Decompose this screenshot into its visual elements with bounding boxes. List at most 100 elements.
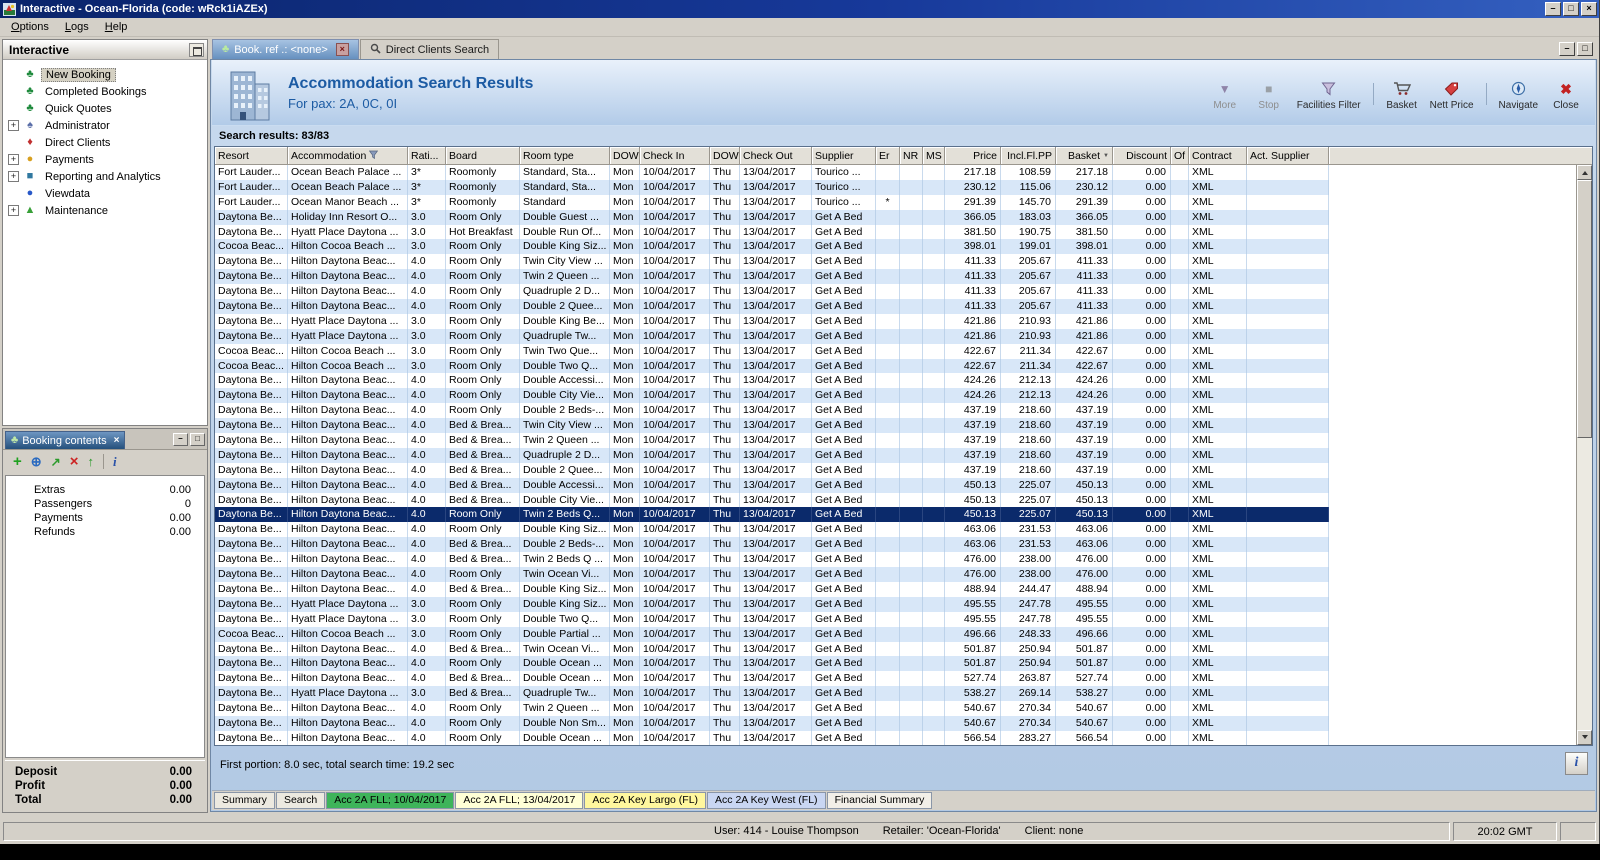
menu-help[interactable]: Help	[97, 19, 136, 36]
stop-button[interactable]: ■ Stop	[1248, 77, 1290, 113]
sidebar-item-reporting-and-analytics[interactable]: + ■ Reporting and Analytics	[8, 168, 207, 185]
table-row[interactable]: Daytona Be... Hilton Daytona Beac... 4.0 Ro…	[215, 730, 1592, 745]
table-row[interactable]: Cocoa Beac... Hilton Cocoa Beach ... 3.0 Ro…	[215, 343, 1592, 359]
column-header-of[interactable]: Of	[1171, 147, 1189, 165]
column-header-nr[interactable]: NR	[900, 147, 923, 165]
table-row[interactable]: Daytona Be... Hyatt Place Daytona ... 3.0 R…	[215, 596, 1592, 612]
booking-contents-row[interactable]: Passengers 0	[6, 497, 204, 511]
column-header-act-supplier[interactable]: Act. Supplier	[1247, 147, 1329, 165]
table-row[interactable]: Daytona Be... Hyatt Place Daytona ... 3.0 B…	[215, 686, 1592, 702]
table-row[interactable]: Daytona Be... Hilton Daytona Beac... 4.0 Be…	[215, 477, 1592, 493]
column-header-contract[interactable]: Contract	[1189, 147, 1247, 165]
tab-book-ref-none[interactable]: ♣ Book. ref .: <none> ×	[212, 39, 359, 59]
table-row[interactable]: Daytona Be... Hilton Daytona Beac... 4.0 Be…	[215, 581, 1592, 597]
bottom-tab-acc-2a-fll-13-04-2017[interactable]: Acc 2A FLL; 13/04/2017	[455, 792, 584, 809]
pane-restore-icon[interactable]: □	[1577, 42, 1593, 56]
booking-contents-tab[interactable]: ♣ Booking contents ×	[5, 431, 126, 449]
booking-contents-row[interactable]: Extras 0.00	[6, 483, 204, 497]
table-row[interactable]: Daytona Be... Hyatt Place Daytona ... 3.0 R…	[215, 313, 1592, 329]
column-header-check-in[interactable]: Check In	[640, 147, 710, 165]
navigate-button[interactable]: Navigate	[1494, 77, 1543, 113]
sidebar-item-payments[interactable]: + ● Payments	[8, 151, 207, 168]
table-row[interactable]: Daytona Be... Hilton Daytona Beac... 4.0 Ro…	[215, 701, 1592, 716]
column-header-price[interactable]: Price	[945, 147, 1001, 165]
move-up-icon[interactable]: ↑	[88, 455, 95, 468]
bottom-tab-financial-summary[interactable]: Financial Summary	[826, 792, 933, 809]
booking-contents-row[interactable]: Payments 0.00	[6, 511, 204, 525]
table-row[interactable]: Daytona Be... Hyatt Place Daytona ... 3.0 R…	[215, 328, 1592, 344]
column-header-dow[interactable]: DOW	[610, 147, 640, 165]
table-row[interactable]: Daytona Be... Holiday Inn Resort O... 3.0 R…	[215, 209, 1592, 225]
bottom-tab-summary[interactable]: Summary	[214, 792, 275, 809]
table-row[interactable]: Daytona Be... Hilton Daytona Beac... 4.0 Be…	[215, 418, 1592, 434]
table-row[interactable]: Daytona Be... Hilton Daytona Beac... 4.0 Ro…	[215, 567, 1592, 582]
scrollbar-thumb[interactable]	[1577, 180, 1592, 438]
info-button[interactable]: i	[1565, 752, 1588, 775]
sidebar-item-direct-clients[interactable]: ♦ Direct Clients	[8, 134, 207, 151]
column-header-ms[interactable]: MS	[923, 147, 945, 165]
table-row[interactable]: Daytona Be... Hilton Daytona Beac... 4.0 Be…	[215, 447, 1592, 463]
menu-options[interactable]: Options	[3, 19, 57, 36]
table-row[interactable]: Cocoa Beac... Hilton Cocoa Beach ... 3.0 Ro…	[215, 626, 1592, 642]
maximize-button[interactable]: □	[1563, 2, 1579, 16]
close-icon[interactable]: ×	[114, 435, 120, 446]
close-button[interactable]: ✖ Close	[1545, 77, 1587, 113]
table-row[interactable]: Daytona Be... Hilton Daytona Beac... 4.0 Ro…	[215, 656, 1592, 672]
table-row[interactable]: Daytona Be... Hilton Daytona Beac... 4.0 Be…	[215, 433, 1592, 448]
column-header-incl-fl-pp[interactable]: Incl.Fl.PP	[1001, 147, 1056, 165]
globe-icon[interactable]: ⊕	[31, 455, 42, 468]
table-row[interactable]: Daytona Be... Hilton Daytona Beac... 4.0 Be…	[215, 537, 1592, 553]
column-header-rati[interactable]: Rati...	[408, 147, 446, 165]
expand-plus-icon[interactable]: +	[8, 171, 19, 182]
sidebar-item-completed-bookings[interactable]: ♣ Completed Bookings	[8, 83, 207, 100]
table-row[interactable]: Daytona Be... Hilton Daytona Beac... 4.0 Be…	[215, 462, 1592, 478]
table-row[interactable]: Daytona Be... Hilton Daytona Beac... 4.0 Ro…	[215, 269, 1592, 285]
restore-icon[interactable]: □	[190, 433, 205, 446]
table-row[interactable]: Fort Lauder... Ocean Beach Palace ... 3* Ro…	[215, 179, 1592, 195]
vertical-scrollbar[interactable]	[1576, 165, 1592, 745]
table-row[interactable]: Daytona Be... Hilton Daytona Beac... 4.0 Ro…	[215, 507, 1592, 523]
expand-plus-icon[interactable]: +	[8, 120, 19, 131]
bottom-tab-acc-2a-fll-10-04-2017[interactable]: Acc 2A FLL; 10/04/2017	[326, 792, 455, 809]
minimize-icon[interactable]: –	[173, 433, 188, 446]
delete-icon[interactable]: ×	[70, 454, 79, 469]
table-row[interactable]: Cocoa Beac... Hilton Cocoa Beach ... 3.0 Ro…	[215, 239, 1592, 255]
tab-direct-clients-search[interactable]: Direct Clients Search	[359, 39, 500, 59]
expand-plus-icon[interactable]: +	[8, 205, 19, 216]
table-row[interactable]: Daytona Be... Hilton Daytona Beac... 4.0 Ro…	[215, 403, 1592, 419]
table-row[interactable]: Fort Lauder... Ocean Beach Palace ... 3* Ro…	[215, 165, 1592, 180]
close-button[interactable]: ×	[1581, 2, 1597, 16]
bottom-tab-acc-2a-key-west-fl[interactable]: Acc 2A Key West (FL)	[707, 792, 826, 809]
sidebar-item-quick-quotes[interactable]: ♣ Quick Quotes	[8, 100, 207, 117]
table-row[interactable]: Daytona Be... Hyatt Place Daytona ... 3.0 R…	[215, 611, 1592, 627]
column-header-supplier[interactable]: Supplier	[812, 147, 876, 165]
table-row[interactable]: Daytona Be... Hilton Daytona Beac... 4.0 Ro…	[215, 715, 1592, 731]
sidebar-item-administrator[interactable]: + ♠ Administrator	[8, 117, 207, 134]
table-row[interactable]: Daytona Be... Hilton Daytona Beac... 4.0 Ro…	[215, 522, 1592, 538]
filter-funnel-icon[interactable]	[369, 150, 379, 162]
minimize-button[interactable]: –	[1545, 2, 1561, 16]
tab-close-icon[interactable]: ×	[335, 43, 349, 56]
pane-minimize-icon[interactable]: –	[1559, 42, 1575, 56]
column-header-check-out[interactable]: Check Out	[740, 147, 812, 165]
panel-collapse-icon[interactable]	[189, 42, 204, 57]
scroll-up-icon[interactable]	[1577, 165, 1592, 180]
booking-contents-row[interactable]: Refunds 0.00	[6, 525, 204, 539]
table-row[interactable]: Fort Lauder... Ocean Manor Beach ... 3* Roo…	[215, 194, 1592, 210]
more-button[interactable]: ▼ More	[1204, 77, 1246, 113]
column-header-dow[interactable]: DOW	[710, 147, 740, 165]
column-header-accommodation[interactable]: Accommodation	[288, 147, 408, 165]
column-header-resort[interactable]: Resort	[215, 147, 288, 165]
sidebar-item-maintenance[interactable]: + ▲ Maintenance	[8, 202, 207, 219]
column-header-room-type[interactable]: Room type	[520, 147, 610, 165]
table-row[interactable]: Daytona Be... Hilton Daytona Beac... 4.0 Be…	[215, 492, 1592, 508]
table-row[interactable]: Daytona Be... Hilton Daytona Beac... 4.0 Ro…	[215, 373, 1592, 389]
column-header-er[interactable]: Er	[876, 147, 900, 165]
column-header-discount[interactable]: Discount	[1113, 147, 1171, 165]
basket-button[interactable]: Basket	[1381, 77, 1423, 113]
table-row[interactable]: Daytona Be... Hilton Daytona Beac... 4.0 Ro…	[215, 299, 1592, 314]
column-header-basket[interactable]: Basket ▼	[1056, 147, 1113, 165]
bottom-tab-acc-2a-key-largo-fl[interactable]: Acc 2A Key Largo (FL)	[584, 792, 707, 809]
table-row[interactable]: Daytona Be... Hilton Daytona Beac... 4.0 Be…	[215, 641, 1592, 657]
sidebar-item-new-booking[interactable]: ♣ New Booking	[8, 66, 207, 83]
